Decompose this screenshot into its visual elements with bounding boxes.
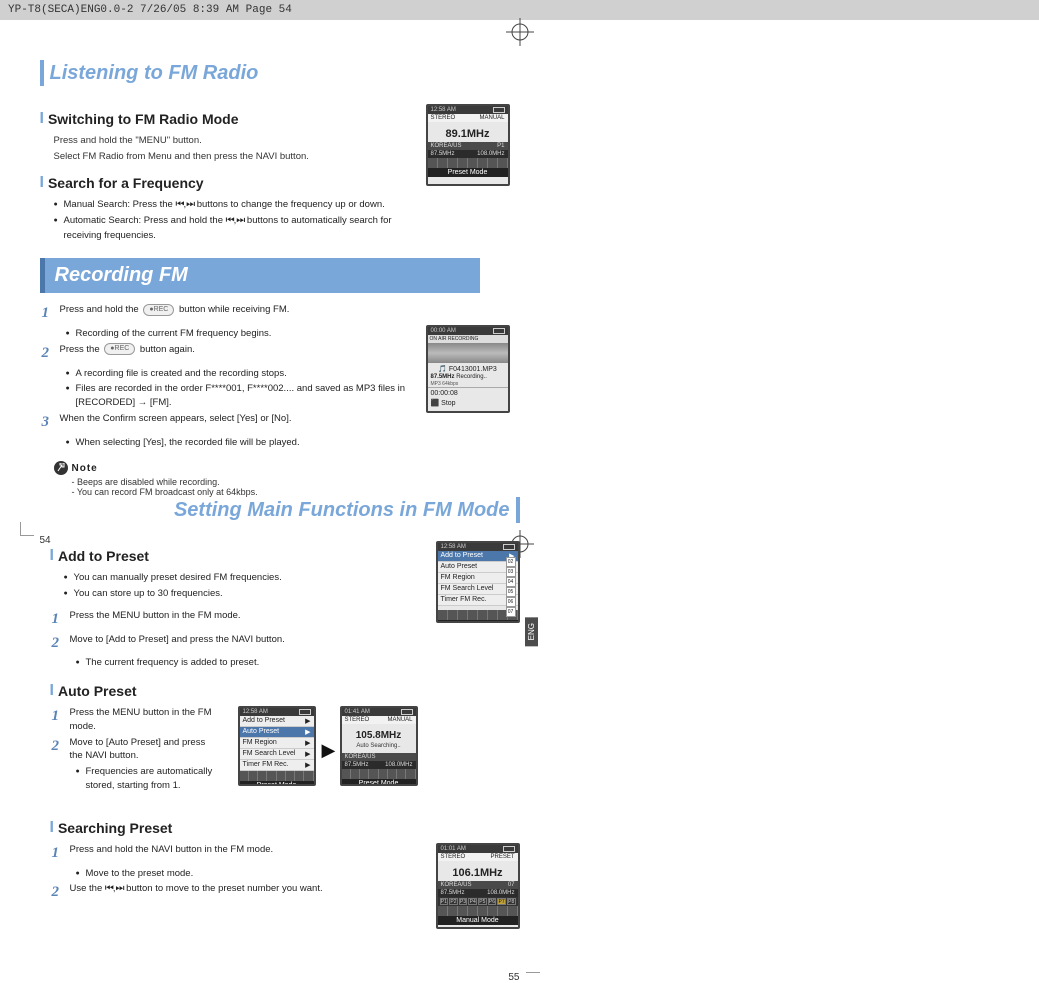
- page-title: Listening to FM Radio: [50, 62, 259, 85]
- sub-bullet: Files are recorded in the order F****001…: [66, 382, 420, 410]
- step-2: 2Move to [Auto Preset] and press the NAV…: [52, 736, 220, 764]
- battery-icon: [401, 709, 413, 715]
- section-heading-search: ISearch for a Frequency: [40, 174, 420, 192]
- section-heading-add-preset: IAdd to Preset: [50, 547, 430, 565]
- step-1: 1Press and hold the NAVI button in the F…: [52, 843, 430, 865]
- next-track-icon: ⏭: [116, 883, 124, 894]
- step-3: 3When the Confirm screen appears, select…: [42, 412, 420, 434]
- sub-bullet: A recording file is created and the reco…: [66, 367, 420, 381]
- instruction-text: Press and hold the "MENU" button.: [54, 134, 420, 148]
- battery-icon: [493, 107, 505, 113]
- step-1: 1 Press and hold the ●REC button while r…: [42, 303, 420, 325]
- sub-bullet: Recording of the current FM frequency be…: [66, 327, 420, 341]
- note-heading: Note: [54, 461, 420, 475]
- device-screenshot-fm: 12:58 AM STEREOMANUAL 89.1MHz KOREA/USP1…: [426, 104, 510, 186]
- step-1: 1Press the MENU button in the FM mode.: [52, 609, 430, 631]
- page-55: Setting Main Functions in FM Mode ENG IA…: [50, 497, 520, 928]
- page-title: Setting Main Functions in FM Mode: [174, 499, 510, 522]
- crop-tick: [526, 972, 540, 973]
- section-heading-switching: ISwitching to FM Radio Mode: [40, 110, 420, 128]
- step-2: 2 Use the ⏮,⏭ button to move to the pres…: [52, 882, 430, 904]
- accent-bar: [516, 497, 520, 523]
- rec-button-icon: ●REC: [104, 343, 135, 355]
- battery-icon: [503, 544, 515, 550]
- sub-bullet: Frequencies are automatically stored, st…: [76, 765, 220, 793]
- sub-bullet: Move to the preset mode.: [76, 867, 430, 881]
- step-2: 2Move to [Add to Preset] and press the N…: [52, 633, 430, 655]
- battery-icon: [503, 846, 515, 852]
- bullet-item: Automatic Search: Press and hold the ⏮,⏭…: [54, 214, 420, 242]
- section-heading-auto-preset: IAuto Preset: [50, 682, 520, 700]
- device-screenshot-menu-add: 12:58 AM Add to Preset▶ Auto Preset▶ FM …: [436, 541, 520, 623]
- device-screenshot-menu-auto: 12:58 AM Add to Preset▶ Auto Preset▶ FM …: [238, 706, 316, 786]
- language-tab: ENG: [525, 617, 538, 646]
- bullet-item: Manual Search: Press the ⏮,⏭ buttons to …: [54, 198, 420, 213]
- prev-track-icon: ⏮: [175, 199, 183, 210]
- crop-tick: [20, 522, 21, 536]
- note-text: - You can record FM broadcast only at 64…: [72, 487, 420, 497]
- bullet-item: You can store up to 30 frequencies.: [64, 587, 430, 601]
- page-title-row: Setting Main Functions in FM Mode: [50, 497, 520, 523]
- section-banner-recording: Recording FM: [40, 258, 480, 293]
- note-icon: [54, 461, 68, 475]
- device-screenshot-recording: 00:00 AM ON AIR RECORDING 🎵 F0413001.MP3…: [426, 325, 510, 413]
- arrow-right-icon: ▶: [322, 740, 336, 761]
- step-1: 1Press the MENU button in the FM mode.: [52, 706, 220, 734]
- device-screenshot-preset: 01:01 AM STEREOPRESET 106.1MHz KOREA/US0…: [436, 843, 520, 929]
- crop-tick: [20, 535, 34, 536]
- page-title-row: Listening to FM Radio: [40, 60, 510, 86]
- print-header: YP-T8(SECA)ENG0.0-2 7/26/05 8:39 AM Page…: [0, 0, 1039, 20]
- page-number: 55: [508, 972, 519, 983]
- note-text: - Beeps are disabled while recording.: [72, 477, 420, 487]
- sub-bullet: When selecting [Yes], the recorded file …: [66, 436, 420, 450]
- step-2: 2 Press the ●REC button again.: [42, 343, 420, 365]
- header-text: YP-T8(SECA)ENG0.0-2 7/26/05 8:39 AM Page…: [8, 4, 292, 16]
- page-spread: Listening to FM Radio ISwitching to FM R…: [40, 20, 1000, 929]
- instruction-text: Select FM Radio from Menu and then press…: [54, 150, 420, 164]
- prev-track-icon: ⏮: [226, 215, 234, 226]
- section-heading-searching-preset: ISearching Preset: [50, 819, 520, 837]
- next-track-icon: ⏭: [186, 199, 194, 210]
- rec-button-icon: ●REC: [143, 304, 174, 316]
- bullet-item: You can manually preset desired FM frequ…: [64, 571, 430, 585]
- battery-icon: [493, 328, 505, 334]
- prev-track-icon: ⏮: [105, 883, 113, 894]
- page-54: Listening to FM Radio ISwitching to FM R…: [40, 60, 510, 497]
- accent-bar: [40, 60, 44, 86]
- battery-icon: [299, 709, 311, 715]
- sub-bullet: The current frequency is added to preset…: [76, 656, 430, 670]
- device-screenshot-autosearch: 01:41 AM STEREOMANUAL 105.8MHz Auto Sear…: [340, 706, 418, 786]
